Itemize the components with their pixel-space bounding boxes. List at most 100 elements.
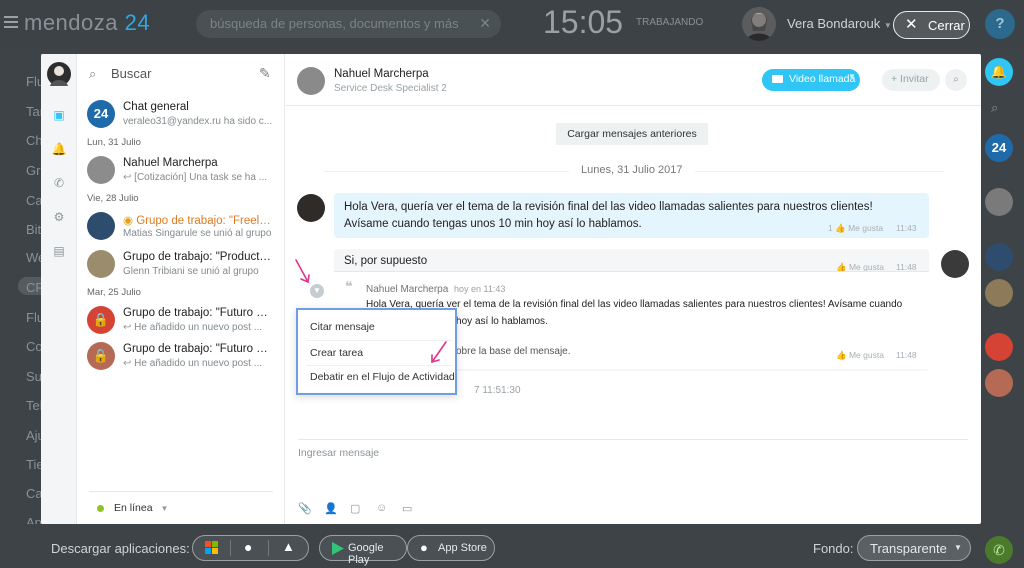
logo[interactable]: mendoza 24 xyxy=(24,10,150,36)
like-button[interactable]: Me gusta xyxy=(849,350,884,360)
list-item[interactable]: 24 Chat general veraleo31@yandex.ru ha s… xyxy=(87,100,277,136)
menu-item-create-task[interactable]: Crear tarea xyxy=(310,347,363,359)
bg-menu-item[interactable]: Gr xyxy=(26,163,40,178)
right-avatar-contact[interactable] xyxy=(985,188,1013,216)
phone-icon[interactable]: ✆ xyxy=(985,536,1013,564)
list-item[interactable]: Nahuel Marcherpa ↩ [Cotización] Una task… xyxy=(87,156,277,192)
bg-menu-item[interactable]: Bit xyxy=(26,222,41,237)
user-avatar[interactable] xyxy=(742,7,776,41)
reply-icon: ↩ xyxy=(123,172,135,183)
contact-role: Service Desk Specialist 2 xyxy=(334,83,447,94)
avatar: 24 xyxy=(87,100,115,128)
input-divider xyxy=(298,439,968,440)
settings-icon[interactable]: ⚙ xyxy=(51,209,67,225)
message-context-menu: Citar mensaje Crear tarea Debatir en el … xyxy=(296,308,457,395)
my-avatar[interactable] xyxy=(47,62,71,86)
chat-header: Nahuel Marcherpa Service Desk Specialist… xyxy=(286,54,981,106)
clock[interactable]: 15:05 xyxy=(543,4,623,41)
google-play-button[interactable]: Google Play xyxy=(319,535,407,566)
chevron-down-icon[interactable]: ▼ xyxy=(848,72,856,81)
smiley-icon[interactable]: ☺ xyxy=(376,502,387,514)
help-button[interactable]: ? xyxy=(985,9,1015,39)
bg-menu-item[interactable]: Su xyxy=(26,369,42,384)
menu-icon[interactable] xyxy=(4,16,18,28)
reply-icon: ↩ xyxy=(123,358,135,369)
format-icon[interactable]: ▢ xyxy=(350,502,360,515)
close-button[interactable]: ✕ Cerrar xyxy=(893,11,970,39)
message-input[interactable]: Ingresar mensaje xyxy=(298,447,379,459)
linux-icon[interactable]: ▲ xyxy=(282,539,295,554)
mention-icon[interactable]: 👤 xyxy=(324,502,338,515)
notifications-icon[interactable]: 🔔 xyxy=(51,141,67,157)
list-item[interactable]: Grupo de trabajo: "Producto... Glenn Tri… xyxy=(87,250,277,286)
day-label: Lunes, 31 Julio 2017 xyxy=(569,164,695,176)
list-item[interactable]: 🔒 Grupo de trabajo: "Futuro & ... ↩ He a… xyxy=(87,342,277,378)
messenger-rail: ▣ 🔔 ✆ ⚙ ▤ xyxy=(41,54,77,524)
contact-name[interactable]: Nahuel Marcherpa xyxy=(334,68,429,80)
message-bubble[interactable]: Hola Vera, quería ver el tema de la revi… xyxy=(334,193,929,238)
list-item[interactable]: 🔒 Grupo de trabajo: "Futuro & ... ↩ He a… xyxy=(87,306,277,342)
group-icon: ◉ xyxy=(123,215,137,227)
top-bar: mendoza 24 búsqueda de personas, documen… xyxy=(0,0,1024,48)
download-label: Descargar aplicaciones: xyxy=(51,541,190,556)
menu-item-quote[interactable]: Citar mensaje xyxy=(310,321,375,333)
avatar xyxy=(87,250,115,278)
notifications-icon[interactable]: 🔔 xyxy=(985,58,1013,86)
right-avatar-group[interactable] xyxy=(985,279,1013,307)
app-store-button[interactable]: ● App Store xyxy=(407,535,495,561)
contact-avatar[interactable] xyxy=(297,67,325,95)
search-messages-icon[interactable]: ⌕ xyxy=(945,69,967,91)
date-separator: Lun, 31 Julio xyxy=(87,137,141,148)
video-call-button[interactable]: Video llamada ▼ xyxy=(762,69,860,91)
chat-search[interactable]: ⌕ Buscar xyxy=(89,66,151,82)
lock-icon: 🔒 xyxy=(87,306,115,334)
right-avatar-group[interactable] xyxy=(985,243,1013,271)
date-separator: Mar, 25 Julio xyxy=(87,287,141,298)
apple-icon[interactable]: ● xyxy=(244,539,252,555)
attach-icon[interactable]: 📎 xyxy=(298,502,312,515)
like-button[interactable]: Me gusta xyxy=(848,223,883,233)
chats-icon[interactable]: ▣ xyxy=(51,107,67,123)
read-time: 7 11:51:30 xyxy=(474,385,521,396)
right-avatar-lock[interactable] xyxy=(985,333,1013,361)
messenger-window: ▣ 🔔 ✆ ⚙ ▤ ⌕ Buscar ✎ 24 Chat general vera… xyxy=(41,54,981,524)
background-label: Fondo: xyxy=(813,541,854,556)
right-avatar-lock[interactable] xyxy=(985,369,1013,397)
work-status[interactable]: TRABAJANDO xyxy=(636,17,703,28)
message-menu-chevron-icon[interactable]: ▼ xyxy=(310,284,324,298)
sender-avatar[interactable] xyxy=(297,194,325,222)
desktop-apps-group: ● ▲ xyxy=(192,535,309,561)
chat-panel: Nahuel Marcherpa Service Desk Specialist… xyxy=(286,54,981,524)
online-status-select[interactable]: En línea ▼ xyxy=(97,502,168,514)
like-icon: 👍 xyxy=(835,223,846,233)
background-select[interactable]: Transparente ▼ xyxy=(857,535,971,561)
search-icon: ⌕ xyxy=(89,66,97,81)
lock-icon: 🔒 xyxy=(87,342,115,370)
global-search-input[interactable]: búsqueda de personas, documentos y más ✕ xyxy=(196,10,501,38)
date-separator: Vie, 28 Julio xyxy=(87,193,139,204)
online-dot xyxy=(97,504,104,512)
camera-icon xyxy=(772,75,783,83)
right-avatar-general[interactable]: 24 xyxy=(985,134,1013,162)
list-item[interactable]: ◉ Grupo de trabajo: "Freela... Matias Si… xyxy=(87,212,277,248)
phone-icon[interactable]: ✆ xyxy=(51,175,67,191)
user-name[interactable]: Vera Bondarouk ▼ xyxy=(787,16,892,31)
close-icon: ✕ xyxy=(905,16,918,33)
avatar xyxy=(87,156,115,184)
my-avatar[interactable] xyxy=(941,250,969,278)
screen-icon[interactable]: ▭ xyxy=(402,502,412,515)
clear-search-icon[interactable]: ✕ xyxy=(479,15,491,32)
quote-icon: ❝ xyxy=(345,278,353,294)
open-lines-icon[interactable]: ▤ xyxy=(51,243,67,259)
load-previous-button[interactable]: Cargar mensajes anteriores xyxy=(556,123,708,145)
google-play-icon xyxy=(332,542,344,558)
reply-icon: ↩ xyxy=(123,322,135,333)
windows-icon[interactable] xyxy=(205,541,219,555)
invite-button[interactable]: + Invitar xyxy=(882,69,940,91)
apple-icon: ● xyxy=(420,540,428,555)
search-icon[interactable]: ⌕ xyxy=(991,100,998,116)
menu-item-discuss-in-feed[interactable]: Debatir en el Flujo de Actividad xyxy=(310,371,455,383)
new-chat-icon[interactable]: ✎ xyxy=(259,65,271,82)
chat-list: ⌕ Buscar ✎ 24 Chat general veraleo31@yand… xyxy=(77,54,285,524)
avatar xyxy=(87,212,115,240)
